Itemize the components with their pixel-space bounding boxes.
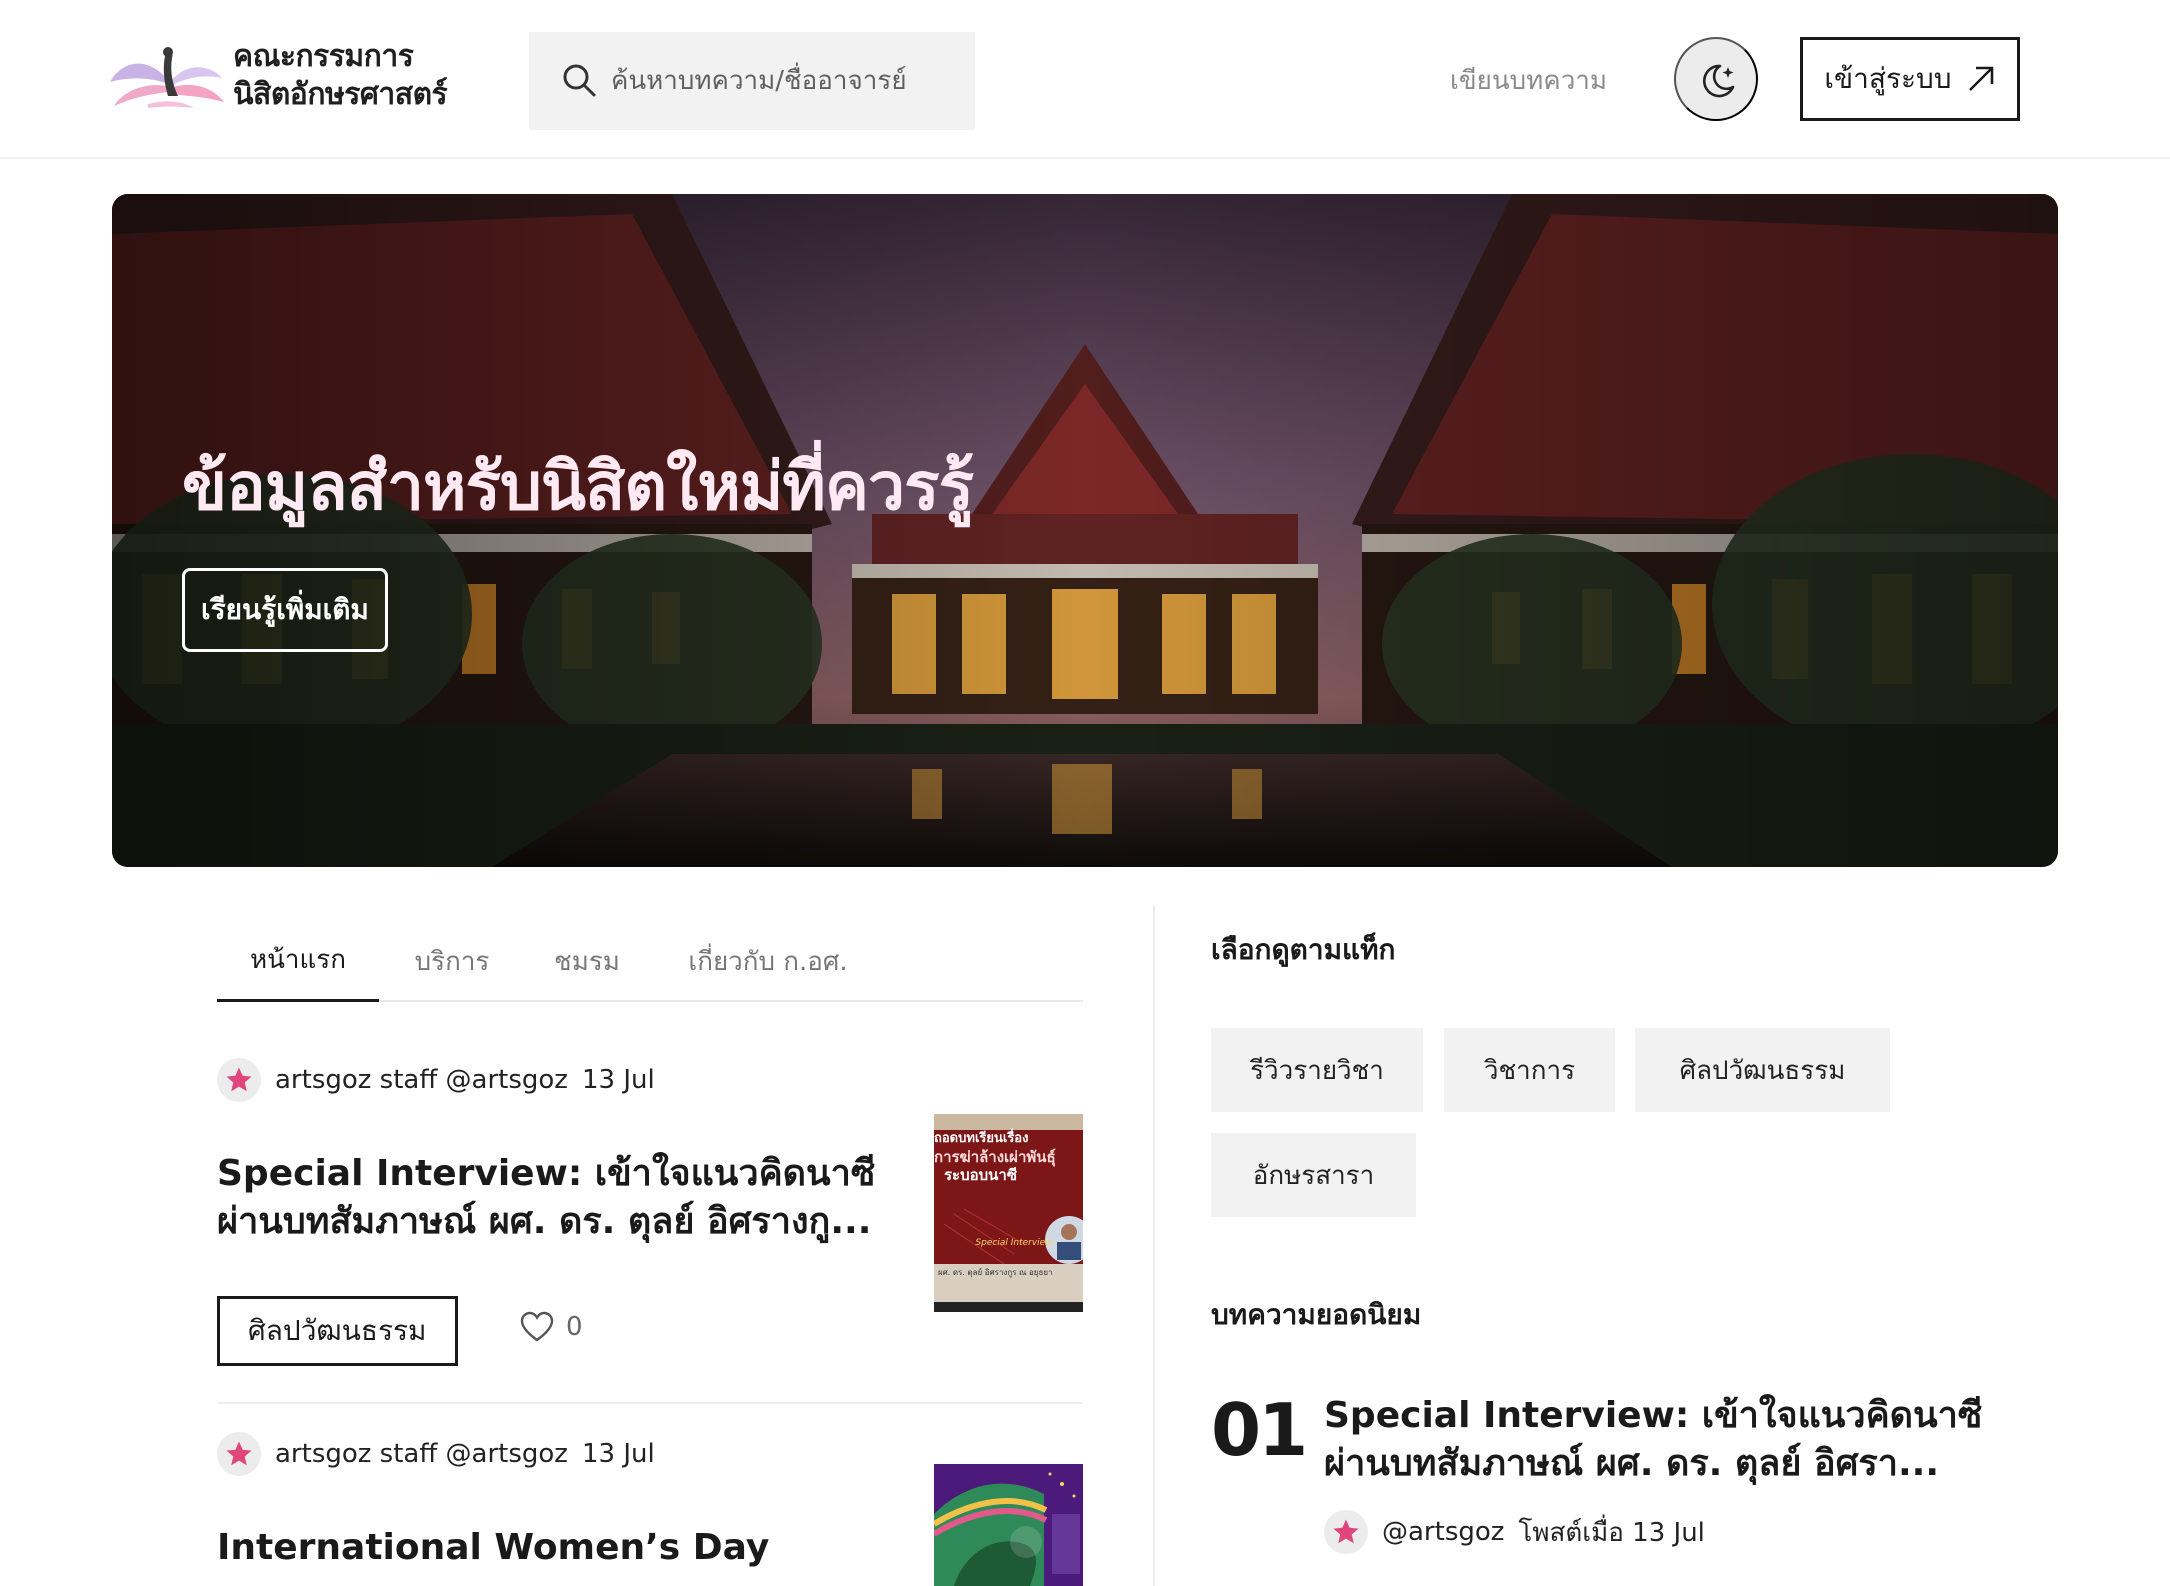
thumbnail-caption: ผศ. ดร. ตุลย์ อิศรางกูร ณ อยุธยา (938, 1268, 1053, 1277)
learn-more-button[interactable]: เรียนรู้เพิ่มเติม (182, 568, 388, 652)
like-count: 0 (566, 1312, 583, 1342)
article-tag[interactable]: ศิลปวัฒนธรรม (217, 1296, 458, 1366)
tag-chip-aksornsara[interactable]: อักษรสารา (1211, 1133, 1416, 1217)
hero-title: ข้อมูลสำหรับนิสิตใหม่ที่ควรรู้ (182, 448, 974, 525)
article-title-line-1: Special Interview: เข้าใจแนวคิดนาซี (217, 1153, 876, 1194)
article-meta: artsgoz staff @artsgoz 13 Jul (217, 1432, 655, 1476)
article-title[interactable]: International Women’s Day (217, 1524, 917, 1572)
thumbnail-line-2: การฆ่าล้างเผ่าพันธุ์ (934, 1148, 1056, 1166)
article-divider (217, 1402, 1083, 1404)
login-button[interactable]: เข้าสู่ระบบ (1800, 37, 2020, 121)
logo-wordmark: คณะกรรมการ นิสิตอักษรศาสตร์ (233, 38, 448, 114)
article-title[interactable]: Special Interview: เข้าใจแนวคิดนาซี ผ่าน… (217, 1150, 917, 1246)
popular-rank: 01 (1211, 1388, 1308, 1472)
login-label: เข้าสู่ระบบ (1824, 62, 1952, 95)
moon-star-icon (1702, 64, 1735, 98)
star-icon (226, 1067, 252, 1092)
article-title-line-1: International Women’s Day (217, 1527, 770, 1568)
tag-chip-course-review[interactable]: รีวิวรายวิชา (1211, 1028, 1423, 1112)
popular-title-line-1: Special Interview: เข้าใจแนวคิดนาซี (1324, 1395, 1983, 1436)
popular-author[interactable]: @artsgoz (1382, 1517, 1504, 1547)
tab-services[interactable]: บริการ (397, 920, 507, 1002)
star-icon (1333, 1519, 1359, 1544)
arrow-up-right-icon (1968, 66, 1993, 91)
dark-mode-toggle[interactable] (1674, 37, 1758, 121)
popular-article-meta: @artsgoz โพสต์เมื่อ 13 Jul (1324, 1510, 1705, 1554)
article-date: 13 Jul (581, 1439, 655, 1469)
tab-about[interactable]: เกี่ยวกับ ก.อศ. (673, 920, 863, 1002)
tab-clubs[interactable]: ชมรม (537, 920, 637, 1002)
tag-chip-arts-culture[interactable]: ศิลปวัฒนธรรม (1635, 1028, 1890, 1112)
thumbnail-line-1: ถอดบทเรียนเรื่อง (934, 1131, 1029, 1146)
article-card[interactable]: artsgoz staff @artsgoz 13 Jul Internatio… (217, 1432, 1083, 1586)
article-date: 13 Jul (581, 1065, 655, 1095)
tags-heading: เลือกดูตามแท็ก (1211, 933, 1396, 966)
article-thumbnail[interactable]: ถอดบทเรียนเรื่อง การฆ่าล้างเผ่าพันธุ์ ระ… (934, 1114, 1083, 1312)
site-header: คณะกรรมการ นิสิตอักษรศาสตร์ เขียนบทความ … (0, 0, 2170, 159)
article-author[interactable]: artsgoz staff @artsgoz (275, 1439, 568, 1469)
search-bar[interactable] (529, 32, 975, 130)
star-icon (226, 1441, 252, 1466)
thumbnail-line-3: ระบอบนาซี (944, 1166, 1018, 1184)
article-card[interactable]: artsgoz staff @artsgoz 13 Jul Special In… (217, 1058, 1083, 1378)
write-article-link[interactable]: เขียนบทความ (1450, 60, 1607, 101)
popular-posted: โพสต์เมื่อ 13 Jul (1518, 1517, 1705, 1548)
logo-line-2: นิสิตอักษรศาสตร์ (233, 77, 448, 112)
tag-chip-academic[interactable]: วิชาการ (1444, 1028, 1615, 1112)
author-avatar (217, 1058, 261, 1102)
peacock-logo-icon (110, 47, 224, 108)
popular-heading: บทความยอดนิยม (1211, 1298, 1422, 1331)
like-button[interactable]: 0 (520, 1311, 583, 1343)
search-input[interactable] (611, 56, 951, 106)
article-meta: artsgoz staff @artsgoz 13 Jul (217, 1058, 655, 1102)
popular-title-line-2: ผ่านบทสัมภาษณ์ ผศ. ดร. ตุลย์ อิศรา... (1324, 1443, 1940, 1484)
popular-article-title[interactable]: Special Interview: เข้าใจแนวคิดนาซี ผ่าน… (1324, 1392, 1984, 1488)
article-author[interactable]: artsgoz staff @artsgoz (275, 1065, 568, 1095)
category-tabs: หน้าแรก บริการ ชมรม เกี่ยวกับ ก.อศ. (217, 920, 1083, 1002)
thumbnail-badge: Special Interview (975, 1238, 1053, 1248)
article-title-line-2: ผ่านบทสัมภาษณ์ ผศ. ดร. ตุลย์ อิศรางกู... (217, 1201, 872, 1242)
hero-banner: ข้อมูลสำหรับนิสิตใหม่ที่ควรรู้ เรียนรู้เ… (112, 194, 2058, 867)
article-thumbnail[interactable] (934, 1464, 1083, 1586)
search-icon (563, 64, 596, 97)
site-logo[interactable]: คณะกรรมการ นิสิตอักษรศาสตร์ (108, 38, 458, 122)
thumbnail-art (934, 1464, 1083, 1586)
heart-icon (520, 1311, 554, 1342)
sidebar-divider (1153, 905, 1155, 1586)
author-avatar (217, 1432, 261, 1476)
author-avatar (1324, 1510, 1368, 1554)
logo-line-1: คณะกรรมการ (233, 39, 414, 74)
tab-home[interactable]: หน้าแรก (217, 920, 379, 1002)
